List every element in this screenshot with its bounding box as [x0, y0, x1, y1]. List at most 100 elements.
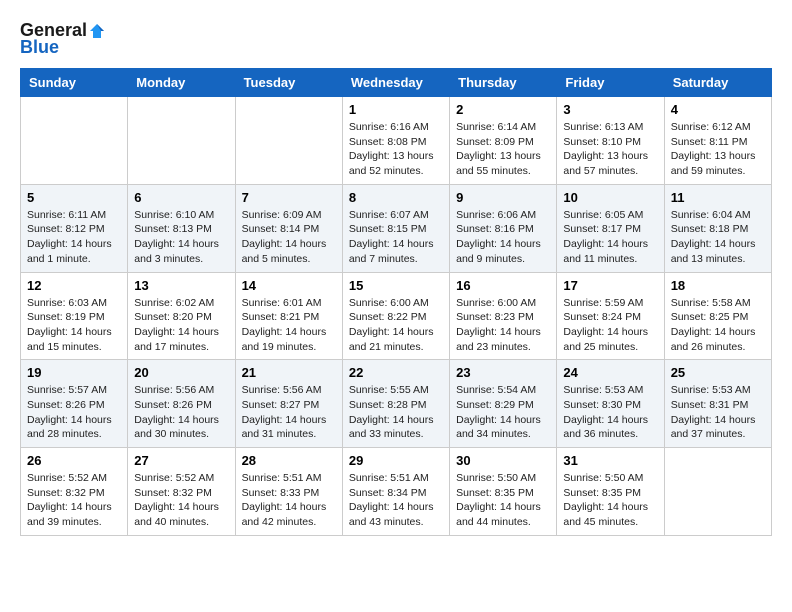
calendar-cell: 10Sunrise: 6:05 AM Sunset: 8:17 PM Dayli…: [557, 184, 664, 272]
day-number: 15: [349, 278, 443, 293]
day-number: 5: [27, 190, 121, 205]
day-number: 31: [563, 453, 657, 468]
day-info: Sunrise: 5:56 AM Sunset: 8:27 PM Dayligh…: [242, 383, 336, 442]
calendar-cell: 18 Sunrise: 5:58 AM Sunset: 8:25 PM Dayli…: [664, 272, 771, 360]
weekday-header: Thursday: [450, 69, 557, 97]
day-number: 28: [242, 453, 336, 468]
day-info: Sunrise: 6:05 AM Sunset: 8:17 PM Dayligh…: [563, 208, 657, 267]
day-number: 30: [456, 453, 550, 468]
day-number: 7: [242, 190, 336, 205]
day-info: Sunrise: 6:02 AM Sunset: 8:20 PM Dayligh…: [134, 296, 228, 355]
calendar-cell: 12 Sunrise: 6:03 AM Sunset: 8:19 PM Dayli…: [21, 272, 128, 360]
weekday-header: Saturday: [664, 69, 771, 97]
calendar-cell: 9 Sunrise: 6:06 AM Sunset: 8:16 PM Daylig…: [450, 184, 557, 272]
day-number: 22: [349, 365, 443, 380]
day-info: Sunrise: 6:04 AM Sunset: 8:18 PM Dayligh…: [671, 208, 765, 267]
day-number: 6: [134, 190, 228, 205]
calendar-week-row: 1 Sunrise: 6:16 AM Sunset: 8:08 PM Daylig…: [21, 97, 772, 185]
day-info: Sunrise: 5:51 AM Sunset: 8:34 PM Dayligh…: [349, 471, 443, 530]
weekday-header: Tuesday: [235, 69, 342, 97]
day-info: Sunrise: 6:12 AM Sunset: 8:11 PM Dayligh…: [671, 120, 765, 179]
day-info: Sunrise: 5:50 AM Sunset: 8:35 PM Dayligh…: [456, 471, 550, 530]
calendar-cell: 13 Sunrise: 6:02 AM Sunset: 8:20 PM Dayli…: [128, 272, 235, 360]
calendar-cell: 8 Sunrise: 6:07 AM Sunset: 8:15 PM Daylig…: [342, 184, 449, 272]
calendar-cell: 2 Sunrise: 6:14 AM Sunset: 8:09 PM Daylig…: [450, 97, 557, 185]
calendar-cell: [235, 97, 342, 185]
logo: General Blue: [20, 20, 107, 58]
calendar-cell: 31 Sunrise: 5:50 AM Sunset: 8:35 PM Dayli…: [557, 448, 664, 536]
day-info: Sunrise: 5:50 AM Sunset: 8:35 PM Dayligh…: [563, 471, 657, 530]
day-info: Sunrise: 6:09 AM Sunset: 8:14 PM Dayligh…: [242, 208, 336, 267]
day-info: Sunrise: 6:06 AM Sunset: 8:16 PM Dayligh…: [456, 208, 550, 267]
day-number: 11: [671, 190, 765, 205]
day-number: 18: [671, 278, 765, 293]
calendar-cell: 22Sunrise: 5:55 AM Sunset: 8:28 PM Dayli…: [342, 360, 449, 448]
day-number: 25: [671, 365, 765, 380]
calendar-cell: 23 Sunrise: 5:54 AM Sunset: 8:29 PM Dayli…: [450, 360, 557, 448]
day-number: 1: [349, 102, 443, 117]
calendar-table: SundayMondayTuesdayWednesdayThursdayFrid…: [20, 68, 772, 536]
calendar-cell: 4 Sunrise: 6:12 AM Sunset: 8:11 PM Daylig…: [664, 97, 771, 185]
calendar-cell: 6Sunrise: 6:10 AM Sunset: 8:13 PM Daylig…: [128, 184, 235, 272]
calendar-cell: 17Sunrise: 5:59 AM Sunset: 8:24 PM Dayli…: [557, 272, 664, 360]
day-info: Sunrise: 6:14 AM Sunset: 8:09 PM Dayligh…: [456, 120, 550, 179]
day-number: 20: [134, 365, 228, 380]
calendar-cell: 25 Sunrise: 5:53 AM Sunset: 8:31 PM Dayli…: [664, 360, 771, 448]
calendar-cell: 16 Sunrise: 6:00 AM Sunset: 8:23 PM Dayli…: [450, 272, 557, 360]
day-number: 12: [27, 278, 121, 293]
calendar-week-row: 12 Sunrise: 6:03 AM Sunset: 8:19 PM Dayli…: [21, 272, 772, 360]
day-info: Sunrise: 6:11 AM Sunset: 8:12 PM Dayligh…: [27, 208, 121, 267]
calendar-week-row: 19 Sunrise: 5:57 AM Sunset: 8:26 PM Dayli…: [21, 360, 772, 448]
calendar-cell: 26Sunrise: 5:52 AM Sunset: 8:32 PM Dayli…: [21, 448, 128, 536]
logo-blue-text: Blue: [20, 37, 59, 58]
weekday-header: Monday: [128, 69, 235, 97]
calendar-cell: 14 Sunrise: 6:01 AM Sunset: 8:21 PM Dayli…: [235, 272, 342, 360]
day-number: 24: [563, 365, 657, 380]
calendar-cell: 7 Sunrise: 6:09 AM Sunset: 8:14 PM Daylig…: [235, 184, 342, 272]
calendar-cell: 27Sunrise: 5:52 AM Sunset: 8:32 PM Dayli…: [128, 448, 235, 536]
calendar-cell: 15 Sunrise: 6:00 AM Sunset: 8:22 PM Dayli…: [342, 272, 449, 360]
calendar-cell: 1 Sunrise: 6:16 AM Sunset: 8:08 PM Daylig…: [342, 97, 449, 185]
day-info: Sunrise: 5:53 AM Sunset: 8:31 PM Dayligh…: [671, 383, 765, 442]
day-number: 4: [671, 102, 765, 117]
calendar-cell: 11 Sunrise: 6:04 AM Sunset: 8:18 PM Dayli…: [664, 184, 771, 272]
calendar-cell: 3Sunrise: 6:13 AM Sunset: 8:10 PM Daylig…: [557, 97, 664, 185]
calendar-cell: 28 Sunrise: 5:51 AM Sunset: 8:33 PM Dayli…: [235, 448, 342, 536]
day-number: 23: [456, 365, 550, 380]
day-number: 16: [456, 278, 550, 293]
calendar-cell: 20 Sunrise: 5:56 AM Sunset: 8:26 PM Dayli…: [128, 360, 235, 448]
day-number: 29: [349, 453, 443, 468]
day-info: Sunrise: 5:56 AM Sunset: 8:26 PM Dayligh…: [134, 383, 228, 442]
weekday-header: Sunday: [21, 69, 128, 97]
day-number: 8: [349, 190, 443, 205]
day-info: Sunrise: 6:00 AM Sunset: 8:22 PM Dayligh…: [349, 296, 443, 355]
day-info: Sunrise: 5:52 AM Sunset: 8:32 PM Dayligh…: [134, 471, 228, 530]
day-info: Sunrise: 6:00 AM Sunset: 8:23 PM Dayligh…: [456, 296, 550, 355]
page-header: General Blue: [20, 20, 772, 58]
day-number: 2: [456, 102, 550, 117]
calendar-cell: [21, 97, 128, 185]
calendar-cell: 24 Sunrise: 5:53 AM Sunset: 8:30 PM Dayli…: [557, 360, 664, 448]
day-info: Sunrise: 6:03 AM Sunset: 8:19 PM Dayligh…: [27, 296, 121, 355]
day-info: Sunrise: 6:07 AM Sunset: 8:15 PM Dayligh…: [349, 208, 443, 267]
calendar-header-row: SundayMondayTuesdayWednesdayThursdayFrid…: [21, 69, 772, 97]
day-number: 9: [456, 190, 550, 205]
day-number: 14: [242, 278, 336, 293]
day-number: 21: [242, 365, 336, 380]
day-number: 13: [134, 278, 228, 293]
day-info: Sunrise: 5:53 AM Sunset: 8:30 PM Dayligh…: [563, 383, 657, 442]
day-info: Sunrise: 6:01 AM Sunset: 8:21 PM Dayligh…: [242, 296, 336, 355]
day-info: Sunrise: 5:58 AM Sunset: 8:25 PM Dayligh…: [671, 296, 765, 355]
day-number: 26: [27, 453, 121, 468]
day-info: Sunrise: 6:16 AM Sunset: 8:08 PM Dayligh…: [349, 120, 443, 179]
calendar-cell: [128, 97, 235, 185]
day-number: 3: [563, 102, 657, 117]
calendar-cell: 29 Sunrise: 5:51 AM Sunset: 8:34 PM Dayli…: [342, 448, 449, 536]
day-info: Sunrise: 5:54 AM Sunset: 8:29 PM Dayligh…: [456, 383, 550, 442]
calendar-cell: [664, 448, 771, 536]
weekday-header: Wednesday: [342, 69, 449, 97]
day-info: Sunrise: 5:51 AM Sunset: 8:33 PM Dayligh…: [242, 471, 336, 530]
day-info: Sunrise: 5:57 AM Sunset: 8:26 PM Dayligh…: [27, 383, 121, 442]
day-number: 19: [27, 365, 121, 380]
calendar-cell: 5 Sunrise: 6:11 AM Sunset: 8:12 PM Daylig…: [21, 184, 128, 272]
